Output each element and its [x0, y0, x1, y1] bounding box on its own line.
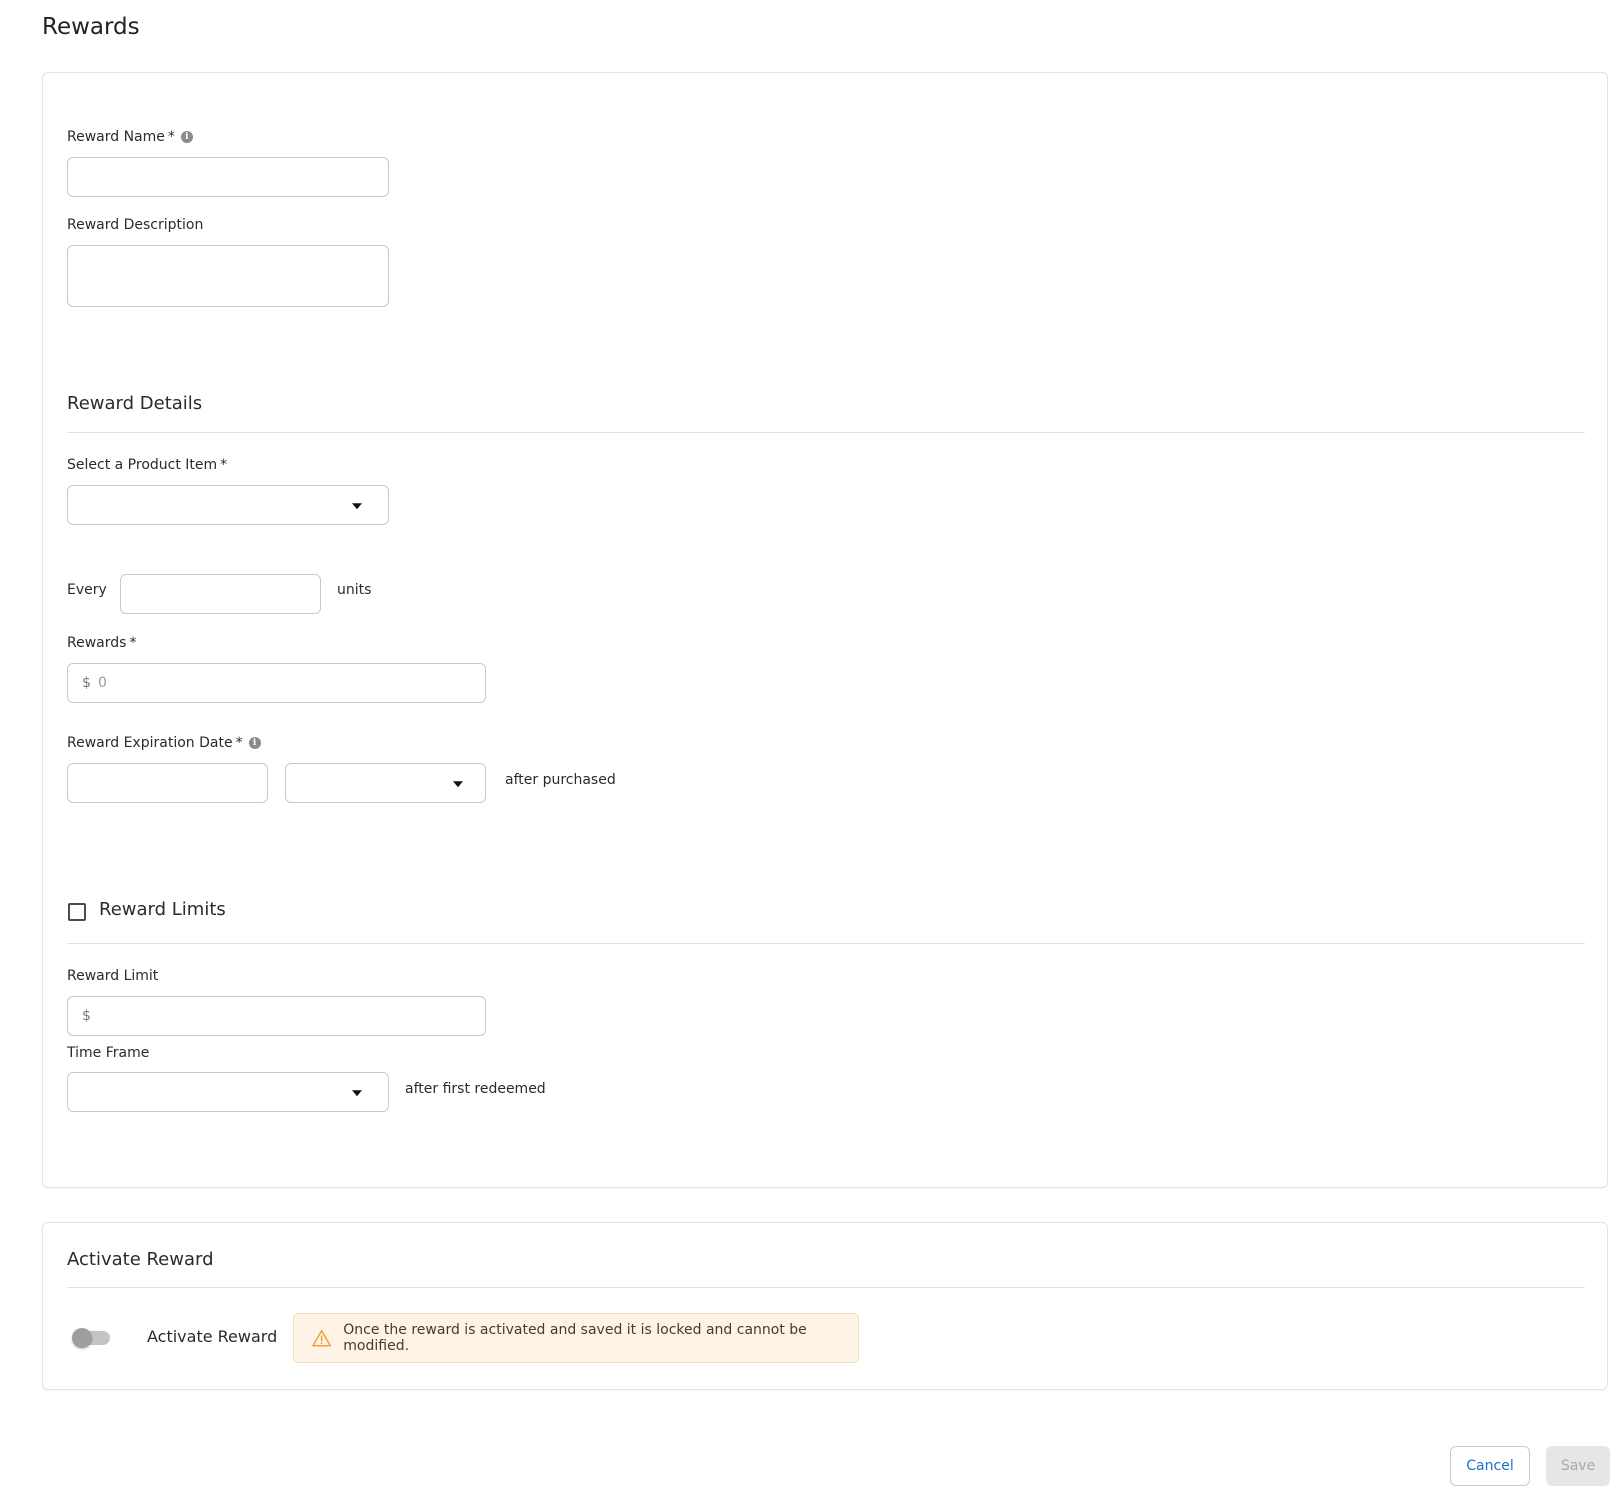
activate-reward-title: Activate Reward [67, 1249, 214, 1270]
info-icon[interactable]: i [248, 737, 261, 749]
rewards-label-text: Rewards [67, 635, 127, 651]
reward-limit-input[interactable] [68, 997, 485, 1035]
currency-prefix: $ [82, 1008, 91, 1024]
expiration-label: Reward Expiration Date * i [67, 735, 261, 751]
after-first-redeemed-label: after first redeemed [405, 1081, 546, 1097]
cancel-button[interactable]: Cancel [1450, 1446, 1530, 1486]
reward-form-card: Reward Name * i Reward Description Reward … [42, 72, 1608, 1188]
reward-name-field[interactable] [67, 157, 389, 197]
page-title: Rewards [42, 14, 140, 40]
expiration-amount-input[interactable] [68, 764, 267, 802]
expiration-amount-field[interactable] [67, 763, 268, 803]
rewards-amount-input[interactable] [68, 664, 485, 702]
activate-reward-card: Activate Reward Activate Reward Once the… [42, 1222, 1608, 1390]
reward-limit-field[interactable]: $ [67, 996, 486, 1036]
activate-toggle[interactable] [72, 1326, 116, 1350]
after-purchased-label: after purchased [505, 772, 616, 788]
required-mark: * [129, 635, 137, 651]
every-units-input[interactable] [121, 575, 320, 613]
warning-text: Once the reward is activated and saved i… [343, 1322, 807, 1354]
expiration-unit-select[interactable] [285, 763, 486, 803]
reward-limits-checkbox[interactable] [68, 903, 86, 921]
reward-details-title: Reward Details [67, 393, 203, 414]
product-item-label: Select a Product Item * [67, 457, 227, 473]
warning-triangle-icon [312, 1329, 332, 1347]
time-frame-select[interactable] [67, 1072, 389, 1112]
reward-details-divider [67, 432, 1585, 433]
time-frame-label: Time Frame [67, 1045, 150, 1061]
activate-divider [67, 1287, 1585, 1288]
rewards-amount-field[interactable]: $ [67, 663, 486, 703]
required-mark: * [235, 735, 243, 751]
info-icon[interactable]: i [180, 131, 193, 143]
save-button[interactable]: Save [1546, 1446, 1610, 1486]
reward-limit-label: Reward Limit [67, 968, 159, 984]
required-mark: * [220, 457, 228, 473]
reward-description-field[interactable] [67, 245, 389, 307]
required-mark: * [167, 129, 175, 145]
reward-limits-divider [67, 943, 1585, 944]
reward-name-input[interactable] [68, 158, 388, 196]
reward-name-label-text: Reward Name [67, 129, 165, 145]
product-item-label-text: Select a Product Item [67, 457, 218, 473]
product-item-select[interactable] [67, 485, 389, 525]
reward-description-label: Reward Description [67, 217, 204, 233]
reward-limits-title: Reward Limits [99, 899, 226, 920]
reward-description-textarea[interactable] [68, 246, 388, 306]
caret-down-icon [453, 781, 463, 788]
caret-down-icon [352, 1090, 362, 1097]
units-label: units [337, 582, 372, 598]
toggle-knob [72, 1328, 92, 1348]
reward-name-label: Reward Name * i [67, 129, 193, 145]
every-units-field[interactable] [120, 574, 321, 614]
rewards-label: Rewards * [67, 635, 136, 651]
activate-toggle-label: Activate Reward [147, 1327, 278, 1346]
every-label: Every [67, 582, 107, 598]
caret-down-icon [352, 503, 362, 510]
currency-prefix: $ [82, 675, 91, 691]
expiration-label-text: Reward Expiration Date [67, 735, 233, 751]
activation-warning: Once the reward is activated and saved i… [293, 1313, 859, 1363]
